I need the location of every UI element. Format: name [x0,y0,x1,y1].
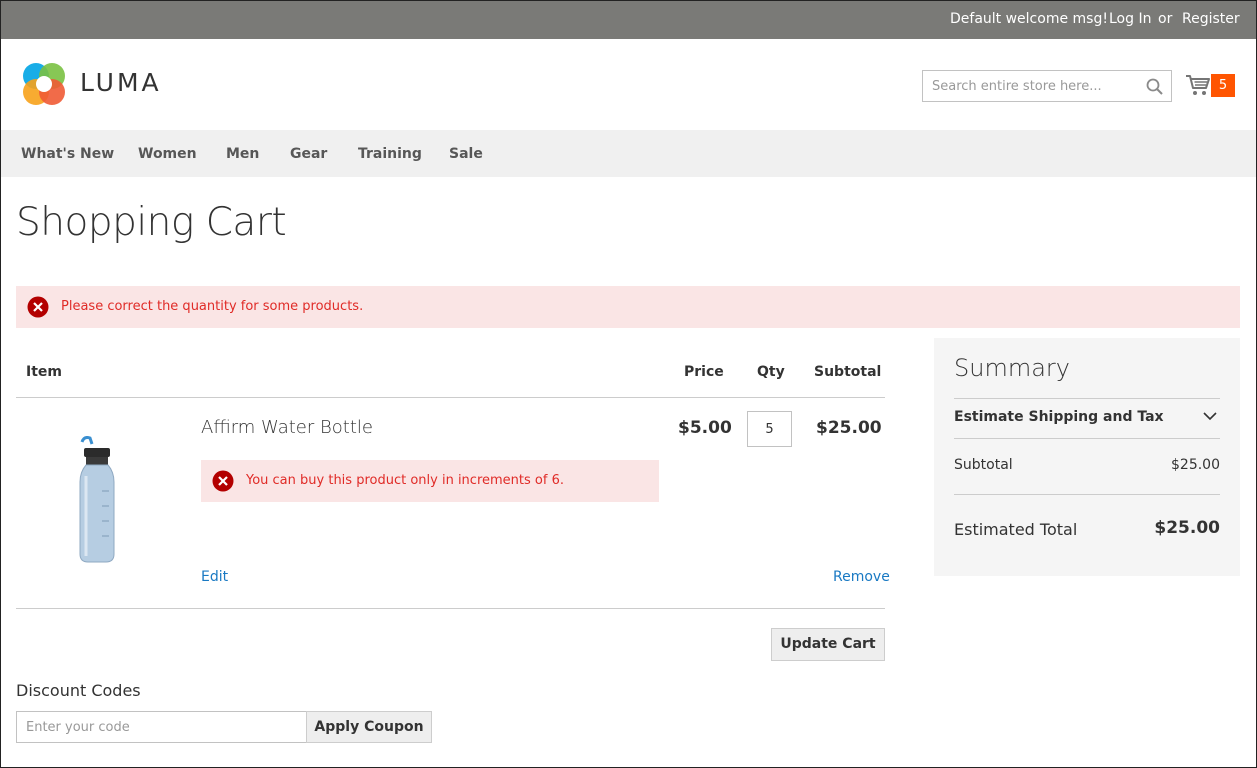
item-subtotal: $25.00 [816,418,882,438]
register-link[interactable]: Register [1182,11,1240,27]
summary-divider [954,494,1220,495]
nav-item-training[interactable]: Training [358,146,422,162]
discount-codes-toggle[interactable]: Discount Codes [16,681,141,700]
remove-item-link[interactable]: Remove [833,569,890,585]
item-error-text: You can buy this product only in increme… [246,473,564,488]
main-navigation: What's New Women Men Gear Training Sale [0,130,1257,177]
quantity-input[interactable] [747,411,792,447]
nav-item-gear[interactable]: Gear [290,146,327,162]
table-row-divider [16,608,885,609]
product-image[interactable] [72,436,122,566]
edit-item-link[interactable]: Edit [201,569,228,585]
top-bar: Default welcome msg! Log In or Register [0,0,1257,39]
column-header-qty: Qty [757,364,785,380]
cart-icon[interactable] [1185,73,1211,97]
summary-divider [954,398,1220,399]
search-box [922,70,1172,102]
error-message: Please correct the quantity for some pro… [16,286,1240,328]
or-text: or [1158,11,1173,27]
table-header-divider [16,397,885,398]
column-header-subtotal: Subtotal [814,364,882,380]
chevron-down-icon[interactable] [1203,411,1217,421]
luma-logo-icon [23,63,65,105]
item-price: $5.00 [678,418,732,438]
login-link[interactable]: Log In [1109,11,1151,27]
error-message-text: Please correct the quantity for some pro… [61,299,364,314]
logo-text: LUMA [80,68,162,97]
coupon-code-input[interactable] [16,711,307,743]
nav-item-whats-new[interactable]: What's New [21,146,114,162]
page-title: Shopping Cart [16,200,287,245]
estimate-shipping-toggle[interactable]: Estimate Shipping and Tax [954,409,1164,425]
nav-item-men[interactable]: Men [226,146,259,162]
summary-divider [954,438,1220,439]
column-header-price: Price [684,364,724,380]
summary-title: Summary [954,354,1070,382]
column-header-item: Item [26,364,62,380]
summary-subtotal-value: $25.00 [1171,457,1220,473]
cart-summary: Summary Estimate Shipping and Tax Subtot… [934,338,1240,576]
product-name-link[interactable]: Affirm Water Bottle [201,417,373,438]
apply-coupon-button[interactable]: Apply Coupon [306,711,432,743]
estimated-total-label: Estimated Total [954,520,1078,539]
nav-item-sale[interactable]: Sale [449,146,483,162]
welcome-message: Default welcome msg! [950,11,1108,27]
error-icon [27,296,49,318]
item-error-message: You can buy this product only in increme… [201,460,659,502]
update-cart-button[interactable]: Update Cart [771,628,885,661]
search-icon[interactable] [1145,77,1165,97]
summary-subtotal-label: Subtotal [954,457,1013,473]
error-icon [212,470,234,492]
cart-count-badge[interactable]: 5 [1211,74,1235,97]
nav-item-women[interactable]: Women [138,146,197,162]
estimated-total-value: $25.00 [1154,518,1220,538]
search-input[interactable] [923,71,1143,101]
